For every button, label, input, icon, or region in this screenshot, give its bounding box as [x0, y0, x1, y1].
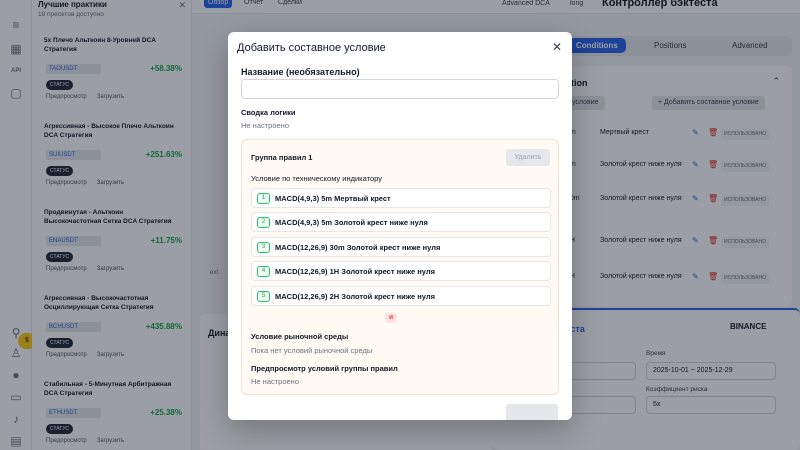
rule-group-title: Группа правил 1: [251, 153, 313, 162]
and-operator-badge[interactable]: И: [385, 313, 397, 323]
condition-text: MACD(12,26,9) 1H Золотой крест ниже нуля: [275, 267, 435, 276]
condition-number: 4: [257, 266, 270, 277]
market-condition-value: Пока нет условий рыночной среды: [251, 346, 373, 355]
condition-item[interactable]: 2 MACD(4,9,3) 5m Золотой крест ниже нуля: [251, 212, 551, 232]
rule-group: Группа правил 1 Удалить Условие по техни…: [241, 139, 559, 395]
condition-text: MACD(12,26,9) 2H Золотой крест ниже нуля: [275, 292, 435, 301]
condition-text: MACD(4,9,3) 5m Золотой крест ниже нуля: [275, 218, 428, 227]
condition-text: MACD(4,9,3) 5m Мертвый крест: [275, 194, 391, 203]
condition-number: 5: [257, 291, 270, 302]
group-preview-value: Не настроено: [251, 377, 299, 386]
close-icon[interactable]: ✕: [550, 40, 564, 54]
condition-number: 3: [257, 242, 270, 253]
market-condition-label: Условие рыночной среды: [251, 332, 349, 341]
logic-summary-label: Сводка логики: [241, 108, 296, 117]
condition-item[interactable]: 1 MACD(4,9,3) 5m Мертвый крест: [251, 188, 551, 208]
condition-item[interactable]: 5 MACD(12,26,9) 2H Золотой крест ниже ну…: [251, 286, 551, 306]
condition-item[interactable]: 3 MACD(12,26,9) 30m Золотой крест ниже н…: [251, 237, 551, 257]
confirm-button[interactable]: [506, 404, 558, 420]
logic-summary-value: Не настроено: [241, 121, 289, 130]
condition-number: 2: [257, 217, 270, 228]
condition-text: MACD(12,26,9) 30m Золотой крест ниже нул…: [275, 243, 441, 252]
condition-number: 1: [257, 193, 270, 204]
name-label: Название (необязательно): [241, 67, 360, 77]
technical-condition-label: Условие по техническому индикатору: [251, 174, 382, 183]
dialog-title: Добавить составное условие: [237, 42, 386, 54]
add-composite-condition-dialog: Добавить составное условие ✕ Название (н…: [228, 32, 572, 420]
group-preview-label: Предпросмотр условий группы правил: [251, 364, 398, 373]
condition-item[interactable]: 4 MACD(12,26,9) 1H Золотой крест ниже ну…: [251, 261, 551, 281]
name-input[interactable]: [241, 79, 559, 99]
delete-group-button[interactable]: Удалить: [506, 149, 550, 166]
